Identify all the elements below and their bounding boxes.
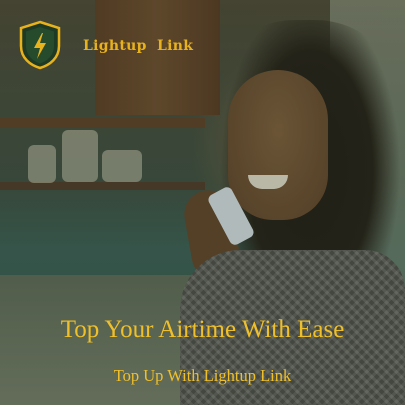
hero-headline: Top Your Airtime With Ease <box>60 316 345 343</box>
brand-name: Lightup Link <box>83 38 194 54</box>
hero-subheadline: Top Up With Lightup Link <box>113 366 292 385</box>
brand-logo[interactable] <box>18 20 62 70</box>
shield-lightning-icon <box>19 20 61 70</box>
promo-banner: Lightup Link Top Your Airtime With Ease … <box>0 0 405 405</box>
